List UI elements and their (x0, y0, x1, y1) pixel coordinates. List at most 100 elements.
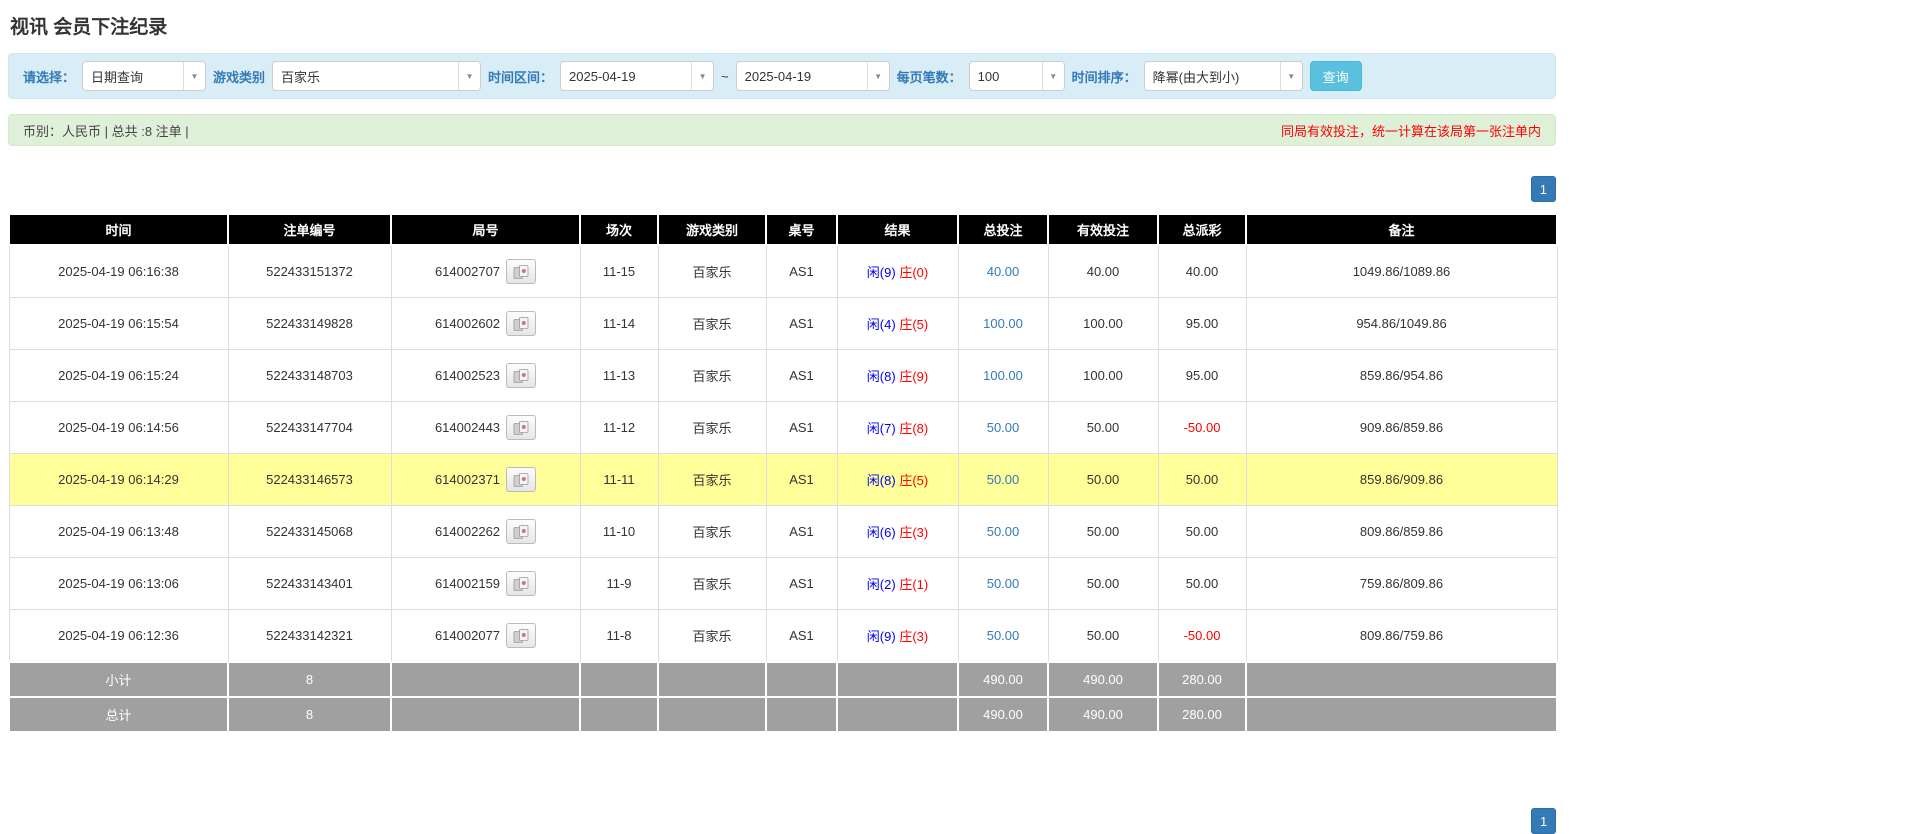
view-round-result-button[interactable] (506, 623, 536, 648)
result-banker: 庄(5) (899, 473, 928, 488)
view-round-result-button[interactable] (506, 311, 536, 336)
summary-empty-result (837, 697, 958, 732)
chevron-down-icon[interactable]: ▼ (1042, 62, 1064, 90)
cell-round: 614002371 (391, 454, 580, 506)
total-bet-link[interactable]: 40.00 (987, 264, 1020, 279)
game-type-value: 百家乐 (273, 62, 458, 90)
summary-count: 8 (228, 697, 391, 732)
cards-icon (513, 473, 529, 487)
view-round-result-button[interactable] (506, 363, 536, 388)
cell-game: 百家乐 (658, 350, 766, 402)
cell-round: 614002077 (391, 610, 580, 663)
summary-empty-result (837, 662, 958, 697)
chevron-down-icon[interactable]: ▼ (1280, 62, 1302, 90)
summary-label: 总计 (9, 697, 228, 732)
round-number: 614002707 (435, 264, 500, 279)
view-round-result-button[interactable] (506, 571, 536, 596)
total-bet-link[interactable]: 50.00 (987, 576, 1020, 591)
result-banker: 庄(0) (899, 265, 928, 280)
cell-valid-bet: 50.00 (1048, 506, 1158, 558)
cell-valid-bet: 50.00 (1048, 610, 1158, 663)
cell-time: 2025-04-19 06:15:24 (9, 350, 228, 402)
col-header-bet-id: 注单编号 (228, 214, 391, 245)
summary-row: 小计 8 490.00 490.00 280.00 (9, 662, 1557, 697)
col-header-table: 桌号 (766, 214, 837, 245)
summary-empty-remark (1246, 662, 1557, 697)
search-button[interactable]: 查询 (1310, 61, 1362, 91)
total-bet-link[interactable]: 50.00 (987, 628, 1020, 643)
result-player: 闲(8) (867, 369, 896, 384)
result-player: 闲(6) (867, 525, 896, 540)
round-number: 614002443 (435, 420, 500, 435)
cell-bet-id: 522433143401 (228, 558, 391, 610)
chevron-down-icon[interactable]: ▼ (867, 62, 889, 90)
per-page-value: 100 (970, 62, 1042, 90)
view-round-result-button[interactable] (506, 415, 536, 440)
cell-table: AS1 (766, 245, 837, 298)
select-type-label: 请选择： (23, 67, 75, 86)
col-header-game: 游戏类别 (658, 214, 766, 245)
time-sort-label: 时间排序： (1072, 67, 1137, 86)
pagination-page-button[interactable]: 1 (1531, 176, 1556, 202)
date-from-dropdown[interactable]: 2025-04-19 ▼ (560, 61, 714, 91)
cell-valid-bet: 100.00 (1048, 298, 1158, 350)
table-row[interactable]: 2025-04-19 06:13:06 522433143401 6140021… (9, 558, 1557, 610)
date-to-value: 2025-04-19 (737, 62, 867, 90)
view-round-result-button[interactable] (506, 259, 536, 284)
result-banker: 庄(9) (899, 369, 928, 384)
cell-total-bet: 50.00 (958, 402, 1048, 454)
query-type-dropdown[interactable]: 日期查询 ▼ (82, 61, 206, 91)
table-row[interactable]: 2025-04-19 06:14:56 522433147704 6140024… (9, 402, 1557, 454)
summary-payout: 280.00 (1158, 697, 1246, 732)
view-round-result-button[interactable] (506, 467, 536, 492)
round-number: 614002602 (435, 316, 500, 331)
table-row[interactable]: 2025-04-19 06:14:29 522433146573 6140023… (9, 454, 1557, 506)
total-bet-link[interactable]: 50.00 (987, 472, 1020, 487)
cell-time: 2025-04-19 06:16:38 (9, 245, 228, 298)
table-row[interactable]: 2025-04-19 06:13:48 522433145068 6140022… (9, 506, 1557, 558)
cell-session: 11-12 (580, 402, 658, 454)
result-banker: 庄(3) (899, 629, 928, 644)
game-type-dropdown[interactable]: 百家乐 ▼ (272, 61, 481, 91)
total-bet-link[interactable]: 50.00 (987, 524, 1020, 539)
per-page-dropdown[interactable]: 100 ▼ (969, 61, 1065, 91)
cell-time: 2025-04-19 06:14:56 (9, 402, 228, 454)
summary-label: 小计 (9, 662, 228, 697)
result-player: 闲(9) (867, 265, 896, 280)
total-bet-link[interactable]: 100.00 (983, 316, 1023, 331)
chevron-down-icon[interactable]: ▼ (458, 62, 480, 90)
page: 视讯 会员下注纪录 请选择： 日期查询 ▼ 游戏类别 百家乐 ▼ 时间区间： 2… (0, 0, 1564, 741)
pagination-bottom-button[interactable]: 1 (1531, 808, 1556, 834)
cell-result: 闲(2) 庄(1) (837, 558, 958, 610)
table-row[interactable]: 2025-04-19 06:15:24 522433148703 6140025… (9, 350, 1557, 402)
table-row[interactable]: 2025-04-19 06:15:54 522433149828 6140026… (9, 298, 1557, 350)
table-row[interactable]: 2025-04-19 06:12:36 522433142321 6140020… (9, 610, 1557, 663)
chevron-down-icon[interactable]: ▼ (691, 62, 713, 90)
cell-table: AS1 (766, 610, 837, 663)
total-bet-link[interactable]: 100.00 (983, 368, 1023, 383)
summary-empty-table (766, 662, 837, 697)
pagination-bottom: 1 (1531, 808, 1556, 834)
cell-time: 2025-04-19 06:15:54 (9, 298, 228, 350)
cell-table: AS1 (766, 298, 837, 350)
date-to-dropdown[interactable]: 2025-04-19 ▼ (736, 61, 890, 91)
view-round-result-button[interactable] (506, 519, 536, 544)
cell-remark: 954.86/1049.86 (1246, 298, 1557, 350)
cell-table: AS1 (766, 506, 837, 558)
date-from-value: 2025-04-19 (561, 62, 691, 90)
cell-session: 11-10 (580, 506, 658, 558)
valid-bet-notice: 同局有效投注，统一计算在该局第一张注单内 (1281, 121, 1541, 140)
summary-empty-game (658, 662, 766, 697)
cell-game: 百家乐 (658, 454, 766, 506)
cell-bet-id: 522433145068 (228, 506, 391, 558)
date-range-separator: ~ (721, 69, 729, 84)
cell-total-bet: 50.00 (958, 506, 1048, 558)
table-row[interactable]: 2025-04-19 06:16:38 522433151372 6140027… (9, 245, 1557, 298)
cell-remark: 859.86/954.86 (1246, 350, 1557, 402)
cell-bet-id: 522433142321 (228, 610, 391, 663)
cell-round: 614002523 (391, 350, 580, 402)
time-sort-dropdown[interactable]: 降幂(由大到小) ▼ (1144, 61, 1303, 91)
chevron-down-icon[interactable]: ▼ (183, 62, 205, 90)
cards-icon (513, 629, 529, 643)
total-bet-link[interactable]: 50.00 (987, 420, 1020, 435)
